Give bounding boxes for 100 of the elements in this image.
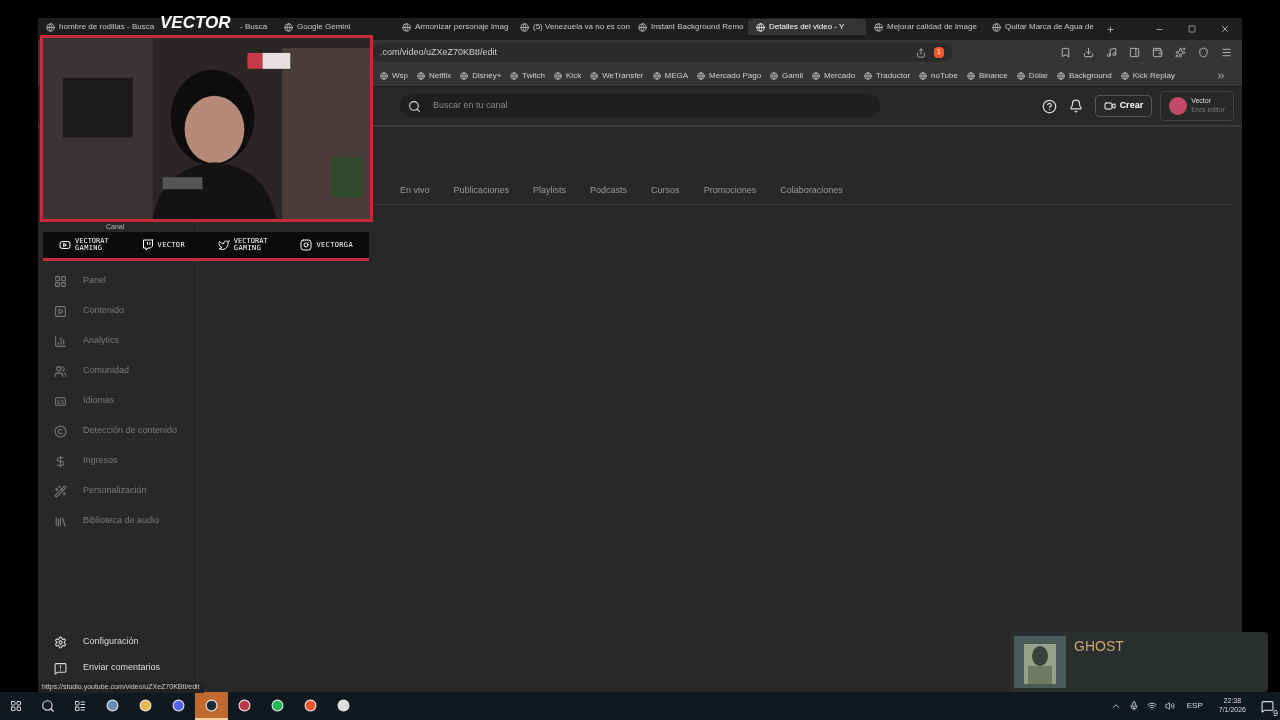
bookmark[interactable]: Mercado Pago xyxy=(697,69,762,82)
app-icon xyxy=(337,698,350,712)
sidebar-item[interactable]: Contenido xyxy=(38,296,197,326)
toolbar-icon[interactable] xyxy=(1106,47,1117,58)
analytics-icon xyxy=(54,334,67,348)
content-tab[interactable]: Podcasts xyxy=(590,183,628,198)
sidebar-item[interactable]: Personalización xyxy=(38,476,197,506)
volume-icon[interactable] xyxy=(1164,701,1175,711)
language-indicator[interactable]: ESP xyxy=(1186,700,1203,712)
sidebar-item[interactable]: Idiomas xyxy=(38,386,197,416)
bookmark[interactable]: MEGA xyxy=(652,69,689,82)
bookmark-icon xyxy=(652,71,661,80)
sidebar-item[interactable]: Biblioteca de audio xyxy=(38,506,197,536)
content-tab[interactable]: Cursos xyxy=(651,183,680,198)
bookmark[interactable]: Background xyxy=(1056,69,1112,82)
toolbar-icon[interactable] xyxy=(1198,47,1209,58)
notifications-icon[interactable] xyxy=(1068,99,1083,113)
app-icon xyxy=(172,698,185,712)
content-tab[interactable]: Playlists xyxy=(533,183,567,198)
sidebar-item[interactable]: Configuración xyxy=(38,629,197,655)
browser-tab[interactable]: Mejorar calidad de image xyxy=(866,19,984,35)
favicon-icon xyxy=(992,22,1001,32)
app-icon xyxy=(106,698,119,712)
browser-tab[interactable]: Google Gemini xyxy=(276,19,394,35)
social-icon xyxy=(141,239,154,251)
content-tab[interactable]: Promociones xyxy=(703,183,757,198)
community-icon xyxy=(54,364,67,378)
artist-name: GHOST xyxy=(1074,637,1124,656)
new-tab-icon[interactable] xyxy=(1106,24,1115,34)
avatar xyxy=(1169,97,1188,115)
sidebar-item[interactable]: Detección de contenido xyxy=(38,416,197,446)
bookmark-icon xyxy=(460,71,469,80)
bookmark-icon xyxy=(697,71,706,80)
sidebar-item[interactable]: Comunidad xyxy=(38,356,197,386)
network-icon[interactable] xyxy=(1146,701,1157,711)
bookmark[interactable]: Kick Replay xyxy=(1120,69,1175,82)
toolbar-icon[interactable] xyxy=(1060,47,1071,58)
favicon-icon xyxy=(874,22,883,32)
sidebar-item[interactable]: Panel xyxy=(38,266,197,296)
bookmark[interactable]: Gamil xyxy=(770,69,803,82)
browser-tab[interactable]: Detalles del video - Y xyxy=(748,19,866,35)
content-tab[interactable]: Colaboraciones xyxy=(780,183,843,198)
bookmark[interactable]: Kick xyxy=(554,69,582,82)
bookmark[interactable]: Mercado xyxy=(812,69,856,82)
bookmark[interactable]: Netflix xyxy=(417,69,452,82)
toolbar-icon[interactable] xyxy=(1221,47,1232,58)
toolbar-icon[interactable] xyxy=(1083,47,1094,58)
search-field[interactable]: Buscar en tu canal xyxy=(400,94,880,118)
favicon-icon xyxy=(756,22,765,32)
browser-tab[interactable]: - Busca xyxy=(236,19,276,35)
favicon-icon xyxy=(46,22,55,32)
bookmark[interactable]: Traductor xyxy=(864,69,911,82)
bookmark[interactable]: Binance xyxy=(966,69,1008,82)
search-icon xyxy=(408,99,421,113)
feedback-icon xyxy=(54,661,67,675)
bookmark-icon xyxy=(1120,71,1129,80)
toolbar-icon[interactable] xyxy=(1152,47,1163,58)
bookmark-icon xyxy=(1056,71,1065,80)
bookmark[interactable]: WeTransfer xyxy=(590,69,644,82)
app-icon xyxy=(238,698,251,712)
task-view-icon[interactable] xyxy=(74,700,86,712)
bookmark-icon xyxy=(966,71,975,80)
mic-icon[interactable] xyxy=(1128,701,1139,711)
bookmark-icon xyxy=(380,71,388,80)
bookmark[interactable]: Wsp xyxy=(380,69,408,82)
copyright-icon xyxy=(54,424,67,438)
toolbar-icon[interactable] xyxy=(1175,47,1186,58)
content-tab[interactable]: Publicaciones xyxy=(453,183,510,198)
browser-tab[interactable]: (5) Venezuela va no es con xyxy=(512,19,630,35)
bookmark[interactable]: Dólar xyxy=(1016,69,1048,82)
bookmark-icon xyxy=(590,71,599,80)
bookmark[interactable]: Twitch xyxy=(510,69,546,82)
browser-tab[interactable]: Quitar Marca de Agua de xyxy=(984,19,1102,35)
browser-tab[interactable]: hombre de rodillas - Busca xyxy=(38,19,156,35)
sidebar-item[interactable]: Enviar comentarios xyxy=(38,655,197,681)
sidebar-item[interactable]: Analytics xyxy=(38,326,197,356)
favicon-icon xyxy=(520,22,529,32)
create-button[interactable]: Crear xyxy=(1094,95,1153,117)
taskbar-app[interactable] xyxy=(195,692,228,720)
browser-tab[interactable]: Armonizar personaje imag xyxy=(394,19,512,35)
search-icon[interactable] xyxy=(41,699,55,713)
maximize-icon[interactable] xyxy=(1188,25,1196,33)
bookmark-icon xyxy=(919,71,928,80)
earn-icon xyxy=(54,454,67,468)
bookmark[interactable]: Disney+ xyxy=(460,69,502,82)
notification-button[interactable]: 9 xyxy=(1254,692,1280,720)
bookmark[interactable]: noTube xyxy=(919,69,958,82)
app-icon xyxy=(205,698,218,712)
help-icon[interactable] xyxy=(1041,98,1057,114)
content-tab[interactable]: En vivo xyxy=(400,183,430,198)
browser-tab[interactable]: Instant Background Remo xyxy=(630,19,748,35)
more-bookmarks-icon[interactable] xyxy=(1216,70,1226,81)
bookmark-icon xyxy=(417,71,425,80)
favicon-icon xyxy=(638,22,647,32)
toolbar-icon[interactable] xyxy=(1129,47,1140,58)
logo: VECTOR xyxy=(160,14,231,31)
customize-icon xyxy=(54,484,67,498)
close-icon[interactable] xyxy=(1220,24,1230,34)
sidebar-item[interactable]: Ingresos xyxy=(38,446,197,476)
share-icon[interactable] xyxy=(916,47,927,58)
